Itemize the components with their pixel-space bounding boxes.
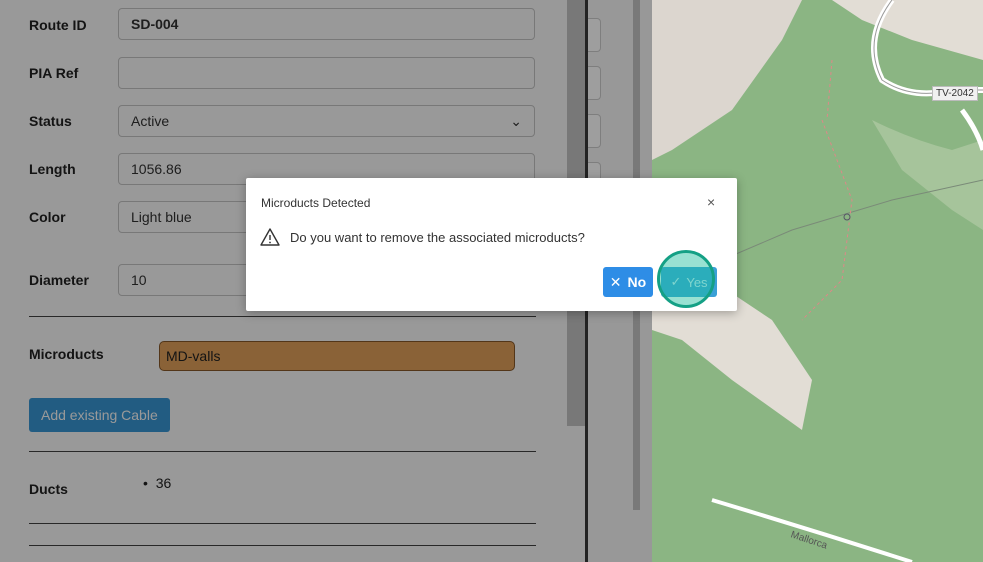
dialog-title: Microducts Detected xyxy=(261,196,371,210)
road-label: TV-2042 xyxy=(932,86,978,101)
dialog-message-text: Do you want to remove the associated mic… xyxy=(290,229,585,245)
x-icon: ✕ xyxy=(609,273,622,290)
no-button[interactable]: ✕ No xyxy=(603,267,653,297)
confirm-dialog: Microducts Detected × Do you want to rem… xyxy=(246,178,737,311)
dialog-message: Do you want to remove the associated mic… xyxy=(260,228,585,246)
close-icon[interactable]: × xyxy=(707,194,715,210)
warning-icon xyxy=(260,228,280,246)
no-button-label: No xyxy=(627,274,647,290)
click-indicator xyxy=(657,250,715,308)
